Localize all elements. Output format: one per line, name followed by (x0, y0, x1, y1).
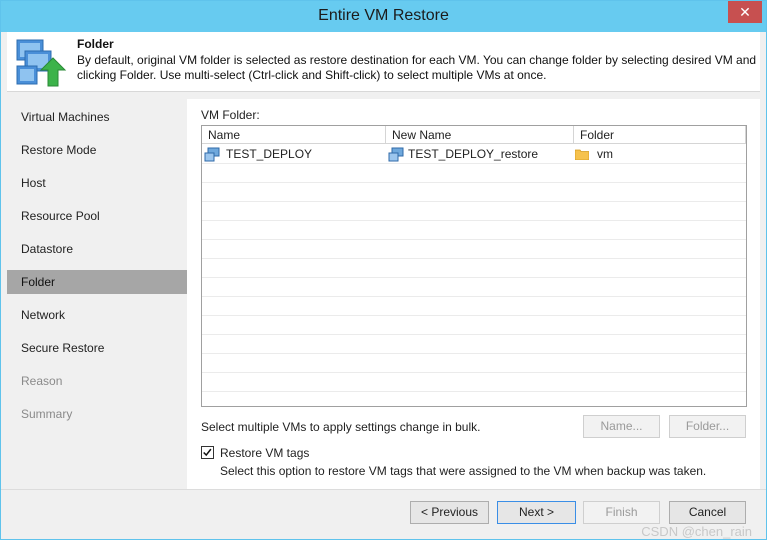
nav-item-restore-mode[interactable]: Restore Mode (7, 138, 187, 162)
folder-icon (575, 149, 589, 160)
vm-folder-label: VM Folder: (201, 108, 260, 122)
close-button[interactable]: ✕ (728, 1, 762, 23)
nav-item-folder[interactable]: Folder (7, 270, 187, 294)
restore-wizard-window: Entire VM Restore ✕ Folder By default, o… (0, 0, 767, 540)
folder-restore-icon (16, 39, 67, 87)
vm-new-name-cell: TEST_DEPLOY_restore (408, 147, 539, 161)
column-header-folder[interactable]: Folder (574, 126, 746, 144)
table-row-empty (202, 259, 746, 278)
restore-vm-tags-checkbox[interactable] (201, 446, 214, 459)
table-row-empty (202, 354, 746, 373)
watermark-text: CSDN @chen_rain (641, 524, 752, 539)
table-row-empty (202, 202, 746, 221)
step-header: Folder By default, original VM folder is… (7, 32, 760, 92)
finish-button[interactable]: Finish (583, 501, 660, 524)
restore-vm-tags-description: Select this option to restore VM tags th… (220, 464, 707, 478)
nav-item-host[interactable]: Host (7, 171, 187, 195)
nav-item-reason: Reason (21, 374, 63, 388)
nav-item-resource-pool[interactable]: Resource Pool (7, 204, 187, 228)
vm-icon (204, 147, 220, 162)
nav-item-datastore[interactable]: Datastore (7, 237, 187, 261)
table-row[interactable]: TEST_DEPLOY TEST_DEPLOY_restore vm (202, 145, 746, 164)
name-button[interactable]: Name... (583, 415, 660, 438)
nav-item-summary: Summary (21, 407, 73, 421)
title-bar: Entire VM Restore ✕ (1, 1, 766, 32)
bulk-hint: Select multiple VMs to apply settings ch… (201, 420, 481, 434)
background-strip (0, 540, 767, 546)
column-header-new-name[interactable]: New Name (386, 126, 574, 144)
wizard-steps-nav: Virtual Machines Restore Mode Host Resou… (7, 99, 187, 421)
table-row-empty (202, 278, 746, 297)
step-description: By default, original VM folder is select… (77, 53, 757, 82)
close-icon: ✕ (739, 4, 751, 20)
nav-item-secure-restore[interactable]: Secure Restore (7, 336, 187, 360)
step-title: Folder (77, 37, 114, 51)
vm-folder-cell: vm (597, 147, 613, 161)
previous-button[interactable]: < Previous (410, 501, 489, 524)
folder-button[interactable]: Folder... (669, 415, 746, 438)
next-button[interactable]: Next > (497, 501, 576, 524)
checkmark-icon (203, 448, 212, 457)
column-header-name[interactable]: Name (202, 126, 386, 144)
nav-item-virtual-machines[interactable]: Virtual Machines (7, 105, 187, 129)
nav-item-network[interactable]: Network (7, 303, 187, 327)
restore-vm-tags-label[interactable]: Restore VM tags (220, 446, 309, 460)
table-row-empty (202, 316, 746, 335)
footer-divider (1, 489, 766, 490)
table-row-empty (202, 240, 746, 259)
vm-icon (388, 147, 404, 162)
table-row-empty (202, 335, 746, 354)
grid-header: Name New Name Folder (202, 126, 746, 144)
cancel-button[interactable]: Cancel (669, 501, 746, 524)
table-row-empty (202, 164, 746, 183)
vm-name-cell: TEST_DEPLOY (226, 147, 313, 161)
table-row-empty (202, 297, 746, 316)
window-title: Entire VM Restore (318, 7, 449, 24)
table-row-empty (202, 373, 746, 392)
table-row-empty (202, 221, 746, 240)
folder-panel: VM Folder: Name New Name Folder TEST_DEP… (187, 99, 760, 489)
vm-folder-grid[interactable]: Name New Name Folder TEST_DEPLOY TEST_DE… (201, 125, 747, 407)
table-row-empty (202, 183, 746, 202)
